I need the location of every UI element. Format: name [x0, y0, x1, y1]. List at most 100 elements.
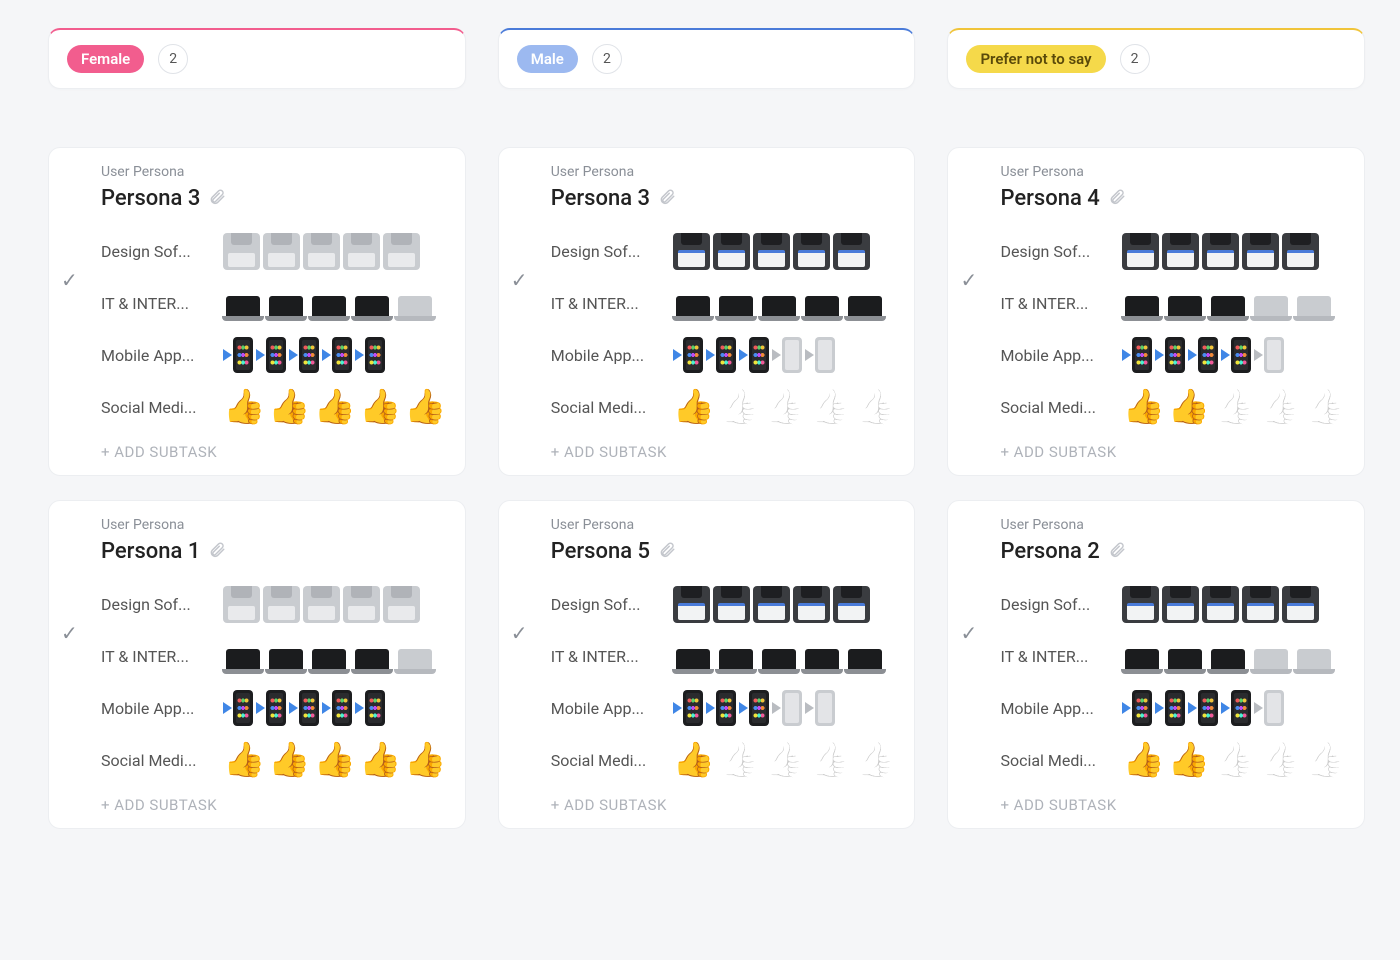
check-icon: ✓: [960, 621, 977, 645]
thumb-icon: 👍: [854, 743, 896, 777]
attr-label: Social Medi...: [1000, 398, 1116, 417]
laptop-icon: [759, 641, 799, 671]
persona-card[interactable]: ✓ User Persona Persona 3 Design Sof... I…: [498, 147, 916, 476]
attr-label: Social Medi...: [551, 751, 667, 770]
card-title[interactable]: Persona 3: [101, 186, 200, 211]
board-column: Female 2 ✓ User Persona Persona 3 Design…: [48, 28, 466, 829]
add-subtask-button[interactable]: + ADD SUBTASK: [101, 796, 447, 814]
card-eyebrow: User Persona: [101, 517, 447, 533]
phone-icon: [289, 690, 319, 726]
thumb-icon: 👍: [1122, 743, 1164, 777]
laptop-icon: [1251, 641, 1291, 671]
thumb-icon: 👍: [673, 390, 715, 424]
phone-icon: [706, 337, 736, 373]
thumb-icon: 👍: [1304, 390, 1346, 424]
attachment-icon[interactable]: [1108, 541, 1126, 563]
phone-icon: [1122, 337, 1152, 373]
floppy-icon: [263, 233, 300, 270]
attr-label: Mobile App...: [551, 346, 667, 365]
thumb-icon: 👍: [359, 390, 401, 424]
column-header[interactable]: Male 2: [498, 28, 916, 89]
card-title[interactable]: Persona 2: [1000, 539, 1099, 564]
attr-label: Social Medi...: [1000, 751, 1116, 770]
floppy-icon: [673, 586, 710, 623]
card-title[interactable]: Persona 3: [551, 186, 650, 211]
persona-card[interactable]: ✓ User Persona Persona 2 Design Sof... I…: [947, 500, 1365, 829]
thumb-icon: 👍: [809, 390, 851, 424]
laptop-icon: [223, 288, 263, 318]
floppy-icon: [263, 586, 300, 623]
board-column: Male 2 ✓ User Persona Persona 3 Design S…: [498, 28, 916, 829]
board-column: Prefer not to say 2 ✓ User Persona Perso…: [947, 28, 1365, 829]
thumb-icon: 👍: [359, 743, 401, 777]
attr-label: Mobile App...: [1000, 346, 1116, 365]
laptop-icon: [1294, 288, 1334, 318]
card-title[interactable]: Persona 4: [1000, 186, 1099, 211]
rating-social: 👍👍👍👍👍: [673, 743, 897, 777]
thumb-icon: 👍: [809, 743, 851, 777]
column-header[interactable]: Prefer not to say 2: [947, 28, 1365, 89]
floppy-icon: [343, 233, 380, 270]
phone-icon: [706, 690, 736, 726]
attachment-icon[interactable]: [1108, 188, 1126, 210]
persona-card[interactable]: ✓ User Persona Persona 3 Design Sof... I…: [48, 147, 466, 476]
laptop-icon: [716, 641, 756, 671]
attr-label: Social Medi...: [551, 398, 667, 417]
floppy-icon: [793, 586, 830, 623]
attachment-icon[interactable]: [658, 188, 676, 210]
phone-icon: [1122, 690, 1152, 726]
add-subtask-button[interactable]: + ADD SUBTASK: [551, 796, 897, 814]
phone-icon: [322, 690, 352, 726]
add-subtask-button[interactable]: + ADD SUBTASK: [551, 443, 897, 461]
thumb-icon: 👍: [223, 390, 265, 424]
floppy-icon: [1162, 233, 1199, 270]
floppy-icon: [1242, 586, 1279, 623]
phone-icon: [1221, 337, 1251, 373]
attr-label: Mobile App...: [1000, 699, 1116, 718]
check-icon: ✓: [511, 268, 528, 292]
rating-design: [1122, 233, 1319, 270]
thumb-icon: 👍: [268, 390, 310, 424]
card-title[interactable]: Persona 5: [551, 539, 650, 564]
laptop-icon: [1122, 288, 1162, 318]
phone-icon: [223, 337, 253, 373]
thumb-icon: 👍: [1304, 743, 1346, 777]
floppy-icon: [343, 586, 380, 623]
phone-icon: [805, 337, 835, 373]
attr-label: Design Sof...: [551, 242, 667, 261]
column-pill: Female: [67, 45, 144, 73]
attachment-icon[interactable]: [208, 188, 226, 210]
column-header[interactable]: Female 2: [48, 28, 466, 89]
persona-card[interactable]: ✓ User Persona Persona 5 Design Sof... I…: [498, 500, 916, 829]
phone-icon: [1254, 690, 1284, 726]
floppy-icon: [833, 233, 870, 270]
rating-mobile: [1122, 337, 1284, 373]
add-subtask-button[interactable]: + ADD SUBTASK: [1000, 796, 1346, 814]
persona-card[interactable]: ✓ User Persona Persona 1 Design Sof... I…: [48, 500, 466, 829]
add-subtask-button[interactable]: + ADD SUBTASK: [101, 443, 447, 461]
phone-icon: [1188, 690, 1218, 726]
thumb-icon: 👍: [268, 743, 310, 777]
attr-label: IT & INTER...: [1000, 647, 1116, 666]
add-subtask-button[interactable]: + ADD SUBTASK: [1000, 443, 1346, 461]
phone-icon: [223, 690, 253, 726]
thumb-icon: 👍: [404, 743, 446, 777]
persona-card[interactable]: ✓ User Persona Persona 4 Design Sof... I…: [947, 147, 1365, 476]
check-icon: ✓: [61, 621, 78, 645]
floppy-icon: [303, 233, 340, 270]
attachment-icon[interactable]: [658, 541, 676, 563]
card-title[interactable]: Persona 1: [101, 539, 200, 564]
laptop-icon: [395, 288, 435, 318]
rating-it: [223, 288, 435, 318]
phone-icon: [805, 690, 835, 726]
laptop-icon: [1165, 641, 1205, 671]
attachment-icon[interactable]: [208, 541, 226, 563]
floppy-icon: [753, 586, 790, 623]
phone-icon: [1155, 690, 1185, 726]
attr-label: IT & INTER...: [101, 294, 217, 313]
floppy-icon: [383, 233, 420, 270]
laptop-icon: [352, 288, 392, 318]
thumb-icon: 👍: [1168, 743, 1210, 777]
floppy-icon: [1122, 233, 1159, 270]
attr-label: Social Medi...: [101, 751, 217, 770]
